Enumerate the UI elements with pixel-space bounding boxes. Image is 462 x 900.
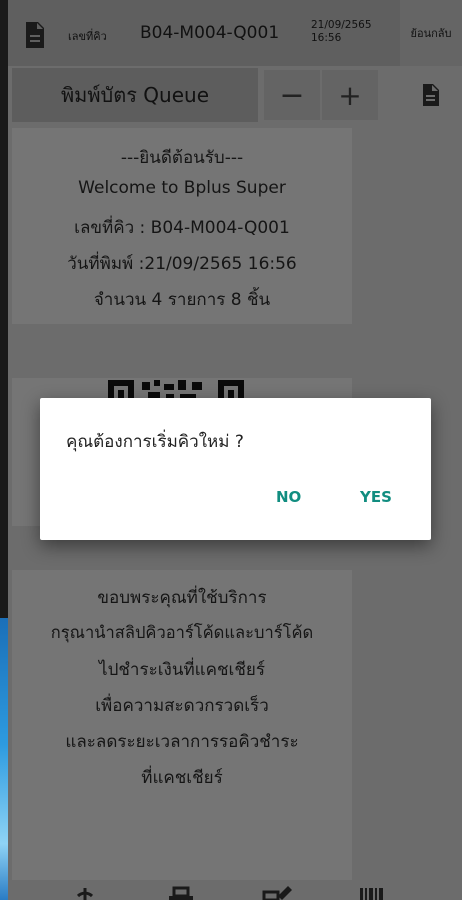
- print-icon[interactable]: [166, 886, 196, 900]
- receipt-line: เพื่อความสะดวกรวดเร็ว: [95, 696, 269, 716]
- yes-button[interactable]: YES: [360, 488, 392, 506]
- back-button[interactable]: ย้อนกลับ: [400, 0, 462, 66]
- print-date: 21/09/2565: [311, 19, 372, 31]
- document-icon[interactable]: [422, 84, 440, 106]
- print-queue-button[interactable]: พิมพ์บัตร Queue: [12, 68, 258, 122]
- decrease-button[interactable]: −: [264, 70, 320, 120]
- receipt-line: ไปชำระเงินที่แคชเชียร์: [99, 660, 265, 680]
- queue-number-value: B04-M004-Q001: [140, 23, 280, 43]
- receipt-line: ที่แคชเชียร์: [141, 768, 223, 788]
- queue-number-label: เลขที่คิว: [68, 30, 107, 43]
- increase-button[interactable]: +: [322, 70, 378, 120]
- receipt-footer-card: ขอบพระคุณที่ใช้บริการ กรุณานำสลิปคิวอาร์…: [12, 570, 352, 880]
- receipt-line: จำนวน 4 รายการ 8 ชิ้น: [93, 290, 271, 310]
- no-button[interactable]: NO: [276, 488, 301, 506]
- receipt-line: ขอบพระคุณที่ใช้บริการ: [97, 588, 267, 608]
- power-icon[interactable]: [70, 886, 100, 900]
- barcode-icon[interactable]: [358, 886, 388, 900]
- edit-icon[interactable]: [262, 886, 292, 900]
- receipt-header-card: ---ยินดีต้อนรับ--- Welcome to Bplus Supe…: [12, 128, 352, 324]
- receipt-line: Welcome to Bplus Super: [78, 178, 286, 198]
- receipt-line: กรุณานำสลิปคิวอาร์โค้ดและบาร์โค้ด: [50, 623, 314, 642]
- print-time: 16:56: [311, 32, 342, 44]
- receipt-line: และลดระยะเวลาการรอคิวชำระ: [65, 732, 299, 752]
- print-datetime: 21/09/2565 16:56: [311, 19, 372, 45]
- document-icon[interactable]: [24, 22, 46, 48]
- confirm-dialog: คุณต้องการเริ่มคิวใหม่ ? NO YES: [40, 398, 431, 540]
- dialog-message: คุณต้องการเริ่มคิวใหม่ ?: [66, 432, 244, 452]
- receipt-line: ---ยินดีต้อนรับ---: [120, 148, 244, 168]
- wallpaper-edge: [0, 618, 8, 900]
- receipt-line: วันที่พิมพ์ :21/09/2565 16:56: [67, 254, 297, 274]
- receipt-line: เลขที่คิว : B04-M004-Q001: [74, 218, 290, 238]
